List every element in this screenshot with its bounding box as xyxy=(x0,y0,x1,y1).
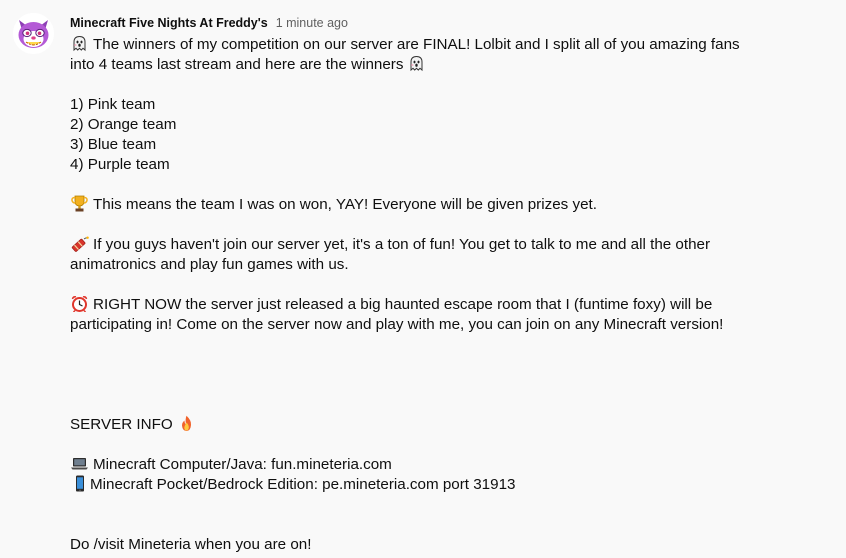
post-text-line: Minecraft Computer/Java: fun.mineteria.c… xyxy=(70,455,810,475)
laptop-icon xyxy=(70,455,89,472)
post-text-line: participating in! Come on the server now… xyxy=(70,315,810,335)
post-text-line: 4) Purple team xyxy=(70,155,810,175)
post-body: The winners of my competition on our ser… xyxy=(70,35,810,558)
post-text-line xyxy=(70,395,810,415)
community-post: Minecraft Five Nights At Freddy's 1 minu… xyxy=(70,13,810,558)
post-text-line xyxy=(70,435,810,455)
post-text-line xyxy=(70,275,810,295)
post-text: RIGHT NOW the server just released a big… xyxy=(93,296,713,313)
post-text: The winners of my competition on our ser… xyxy=(93,36,740,53)
post-text: 2) Orange team xyxy=(70,116,177,133)
funtime-foxy-face-icon xyxy=(13,13,54,54)
post-text-line xyxy=(70,215,810,235)
post-text-line: animatronics and play fun games with us. xyxy=(70,255,810,275)
ghost-icon xyxy=(407,55,426,72)
alarm-clock-icon xyxy=(70,295,89,313)
post-header: Minecraft Five Nights At Freddy's 1 minu… xyxy=(70,13,810,33)
post-text-line: Do /visit Mineteria when you are on! xyxy=(70,535,810,555)
post-text-line: 1) Pink team xyxy=(70,95,810,115)
firecracker-icon xyxy=(70,235,89,252)
post-text-line: RIGHT NOW the server just released a big… xyxy=(70,295,810,315)
post-text-line: If you guys haven't join our server yet,… xyxy=(70,235,810,255)
post-text-line: Minecraft Pocket/Bedrock Edition: pe.min… xyxy=(70,475,810,495)
post-text: participating in! Come on the server now… xyxy=(70,316,724,333)
post-text-line: SERVER INFO xyxy=(70,415,810,435)
post-text-line xyxy=(70,175,810,195)
post-text-line xyxy=(70,75,810,95)
post-text: Do /visit Mineteria when you are on! xyxy=(70,536,312,553)
post-text-line: The winners of my competition on our ser… xyxy=(70,35,810,55)
post-text-line: 3) Blue team xyxy=(70,135,810,155)
trophy-icon xyxy=(70,195,89,212)
mobile-phone-icon xyxy=(70,475,89,492)
post-text: 4) Purple team xyxy=(70,156,170,173)
post-timestamp[interactable]: 1 minute ago xyxy=(276,13,348,33)
post-text-line: into 4 teams last stream and here are th… xyxy=(70,55,810,75)
channel-avatar[interactable] xyxy=(13,13,54,54)
post-text: This means the team I was on won, YAY! E… xyxy=(93,196,597,213)
post-text-line xyxy=(70,495,810,515)
post-text-line xyxy=(70,515,810,535)
post-text-line: 2) Orange team xyxy=(70,115,810,135)
post-text: 1) Pink team xyxy=(70,96,156,113)
post-text-line xyxy=(70,355,810,375)
post-text-line xyxy=(70,335,810,355)
post-text-line: This means the team I was on won, YAY! E… xyxy=(70,195,810,215)
fire-icon xyxy=(177,415,196,432)
post-text: Minecraft Pocket/Bedrock Edition: pe.min… xyxy=(90,476,516,493)
post-text-line xyxy=(70,375,810,395)
post-text: into 4 teams last stream and here are th… xyxy=(70,56,404,73)
ghost-icon xyxy=(70,35,89,52)
post-text: 3) Blue team xyxy=(70,136,157,153)
channel-name-link[interactable]: Minecraft Five Nights At Freddy's xyxy=(70,13,268,33)
post-text: SERVER INFO xyxy=(70,416,173,433)
post-text: If you guys haven't join our server yet,… xyxy=(93,236,711,253)
post-text: animatronics and play fun games with us. xyxy=(70,256,349,273)
post-text: Minecraft Computer/Java: fun.mineteria.c… xyxy=(93,456,392,473)
